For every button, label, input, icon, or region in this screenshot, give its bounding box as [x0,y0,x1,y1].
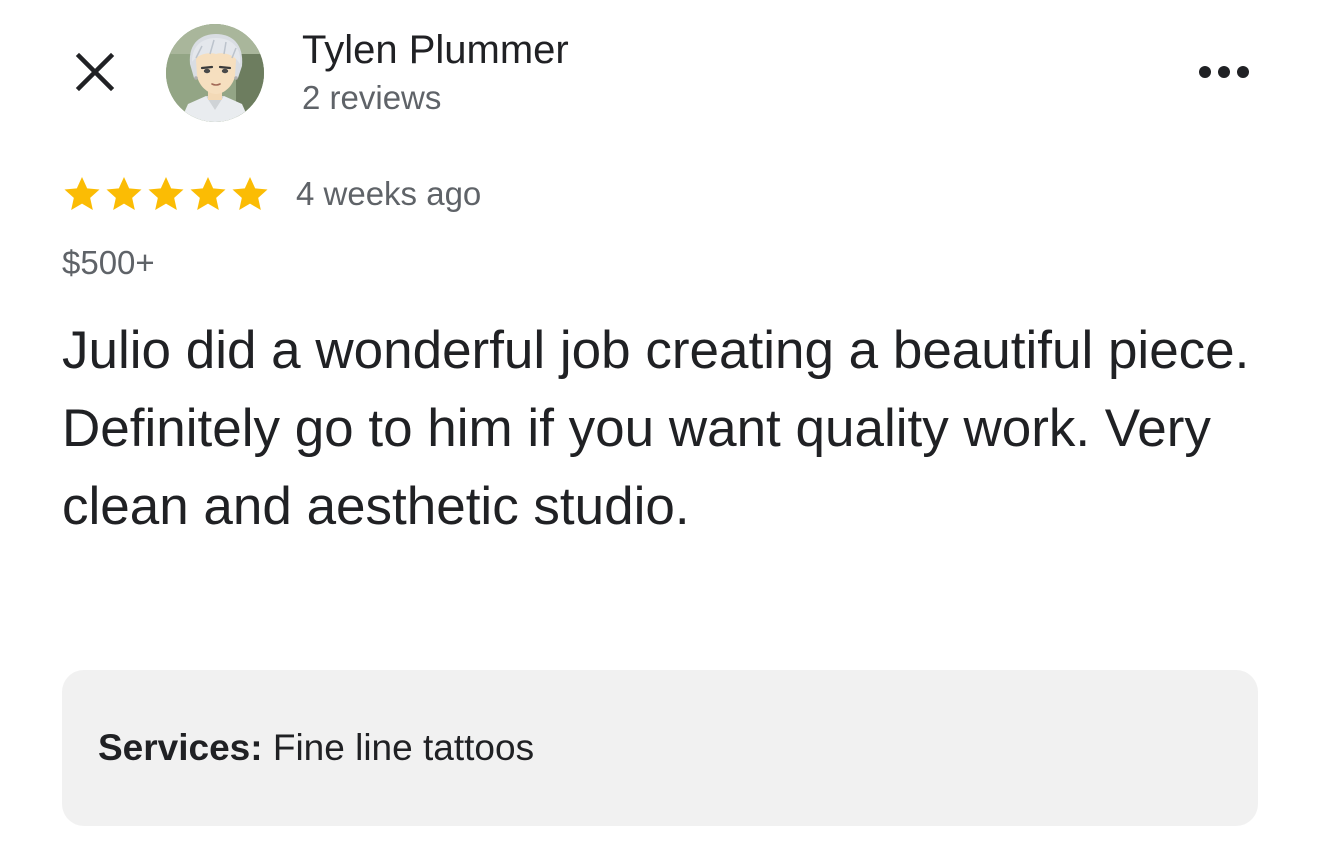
star-rating [62,174,270,214]
more-options-button[interactable] [1192,52,1256,92]
star-icon [232,177,268,210]
star-icon [64,177,100,210]
price-range: $500+ [62,244,155,281]
services-card: Services: Fine line tattoos [62,670,1258,826]
services-line: Services: Fine line tattoos [98,726,534,770]
review-text: Julio did a wonderful job creating a bea… [62,321,1250,536]
close-icon [75,52,115,92]
star-icon [106,177,142,210]
review-time: 4 weeks ago [296,175,482,212]
close-button[interactable] [70,50,120,94]
rating-row: 4 weeks ago [62,170,481,218]
review-count: 2 reviews [302,79,442,116]
author-name[interactable]: Tylen Plummer [302,26,569,74]
services-value: Fine line tattoos [272,727,535,768]
avatar[interactable] [166,24,264,122]
star-icon [148,177,184,210]
services-label: Services: [98,727,263,768]
star-icon [190,177,226,210]
more-horizontal-icon [1199,66,1249,78]
